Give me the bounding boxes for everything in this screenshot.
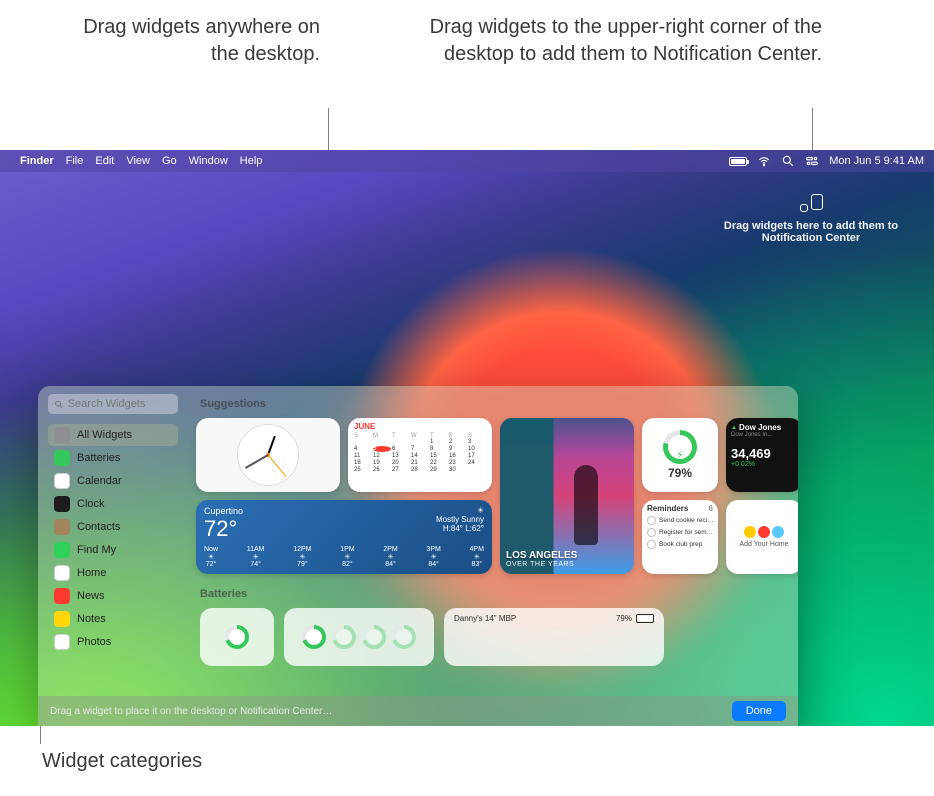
widget-weather[interactable]: Cupertino 72° ☀︎ Mostly Sunny H:84° L:62… (196, 500, 492, 574)
weather-range: H:84° L:62° (436, 524, 484, 533)
nc-drop-label: Drag widgets here to add them to Notific… (706, 220, 916, 244)
reminder-item: Send cookie reci… (647, 516, 713, 525)
category-label: Home (77, 567, 106, 579)
category-label: Clock (77, 498, 105, 510)
reminder-item: Book club prep (647, 540, 713, 549)
category-home[interactable]: Home (48, 562, 178, 584)
bolt-icon: ⚡︎ (676, 450, 683, 461)
category-label: Calendar (77, 475, 122, 487)
control-center-icon[interactable] (805, 154, 819, 168)
stock-subtitle: Dow Jones In... (731, 432, 797, 438)
widget-gallery-window: All Widgets Batteries Calendar Clock Contact… (38, 386, 798, 726)
home-accessory-icons (744, 526, 784, 538)
clock-face-icon (237, 424, 299, 486)
photos-title: LOS ANGELES (506, 550, 628, 561)
category-label: Batteries (77, 452, 120, 464)
stock-value: 34,469 (731, 446, 797, 461)
widget-battery[interactable]: ⚡︎ 79% (642, 418, 718, 492)
photos-subtitle: OVER THE YEARS (506, 561, 628, 568)
category-icon (54, 634, 70, 650)
battery-percent: 79% (668, 466, 692, 480)
category-icon (54, 611, 70, 627)
widget-gallery-main: Suggestions June SMTWTFS 123456789101112… (188, 386, 798, 696)
category-notes[interactable]: Notes (48, 608, 178, 630)
search-input[interactable] (68, 398, 172, 410)
menu-app-name[interactable]: Finder (20, 155, 54, 167)
widget-calendar[interactable]: June SMTWTFS 123456789101112131415161718… (348, 418, 492, 492)
home-label: Add Your Home (739, 541, 788, 548)
widget-reminders[interactable]: Reminders 6 Send cookie reci… Register fo… (642, 500, 718, 574)
category-news[interactable]: News (48, 585, 178, 607)
section-suggestions-label: Suggestions (200, 398, 784, 410)
menu-window[interactable]: Window (189, 155, 228, 167)
stock-change: +0.02% (731, 461, 797, 468)
category-all-widgets[interactable]: All Widgets (48, 424, 178, 446)
category-icon (54, 473, 70, 489)
battery-icon (636, 614, 654, 623)
search-icon (54, 399, 64, 410)
callout-drag-desktop: Drag widgets anywhere on the desktop. (60, 14, 320, 68)
done-button[interactable]: Done (732, 701, 786, 721)
battery-large-pct: 79% (616, 614, 632, 623)
category-icon (54, 588, 70, 604)
menu-file[interactable]: File (66, 155, 84, 167)
category-icon (54, 496, 70, 512)
reminder-item: Register for sem… (647, 528, 713, 537)
menubar-clock[interactable]: Mon Jun 5 9:41 AM (829, 155, 924, 167)
category-icon (54, 519, 70, 535)
category-find-my[interactable]: Find My (48, 539, 178, 561)
photo-subject (574, 465, 598, 545)
menu-edit[interactable]: Edit (95, 155, 114, 167)
category-photos[interactable]: Photos (48, 631, 178, 653)
section-batteries-label: Batteries (200, 588, 784, 600)
callout-categories: Widget categories (42, 750, 202, 773)
category-icon (54, 427, 70, 443)
battery-device-name: Danny's 14" MBP (454, 614, 516, 623)
reminders-title: Reminders (647, 504, 688, 513)
category-icon (54, 542, 70, 558)
menu-help[interactable]: Help (240, 155, 263, 167)
widget-stocks[interactable]: Dow Jones Dow Jones In... 34,469 +0.02% (726, 418, 798, 492)
category-label: Photos (77, 636, 111, 648)
calendar-month: June (354, 422, 486, 431)
menu-view[interactable]: View (126, 155, 150, 167)
widget-photos[interactable]: LOS ANGELES OVER THE YEARS (500, 418, 634, 574)
callout-drag-nc: Drag widgets to the upper-right corner o… (382, 14, 822, 68)
category-batteries[interactable]: Batteries (48, 447, 178, 469)
widget-home[interactable]: Add Your Home (726, 500, 798, 574)
search-widgets-field[interactable] (48, 394, 178, 414)
wifi-icon[interactable] (757, 154, 771, 168)
category-label: All Widgets (77, 429, 132, 441)
category-label: Find My (77, 544, 116, 556)
category-label: Contacts (77, 521, 120, 533)
category-calendar[interactable]: Calendar (48, 470, 178, 492)
battery-widget-medium[interactable] (284, 608, 434, 666)
spotlight-icon[interactable] (781, 154, 795, 168)
category-label: News (77, 590, 105, 602)
mac-desktop: Finder File Edit View Go Window Help Mon… (0, 150, 934, 726)
weather-condition: Mostly Sunny (436, 515, 484, 524)
widget-gallery-footer: Drag a widget to place it on the desktop… (38, 696, 798, 726)
category-label: Notes (77, 613, 106, 625)
stock-name: Dow Jones (739, 423, 781, 432)
footer-hint: Drag a widget to place it on the desktop… (50, 706, 332, 717)
category-clock[interactable]: Clock (48, 493, 178, 515)
category-contacts[interactable]: Contacts (48, 516, 178, 538)
category-icon (54, 450, 70, 466)
battery-widget-small[interactable] (200, 608, 274, 666)
widgets-icon (798, 194, 824, 212)
reminders-count: 6 (709, 504, 713, 513)
notification-center-drop-target[interactable]: Drag widgets here to add them to Notific… (706, 194, 916, 244)
widget-categories-sidebar: All Widgets Batteries Calendar Clock Contact… (38, 386, 188, 696)
widget-clock[interactable] (196, 418, 340, 492)
menu-go[interactable]: Go (162, 155, 177, 167)
battery-widget-large[interactable]: Danny's 14" MBP 79% (444, 608, 664, 666)
menubar: Finder File Edit View Go Window Help Mon… (0, 150, 934, 172)
battery-status-icon[interactable] (729, 157, 747, 166)
category-icon (54, 565, 70, 581)
